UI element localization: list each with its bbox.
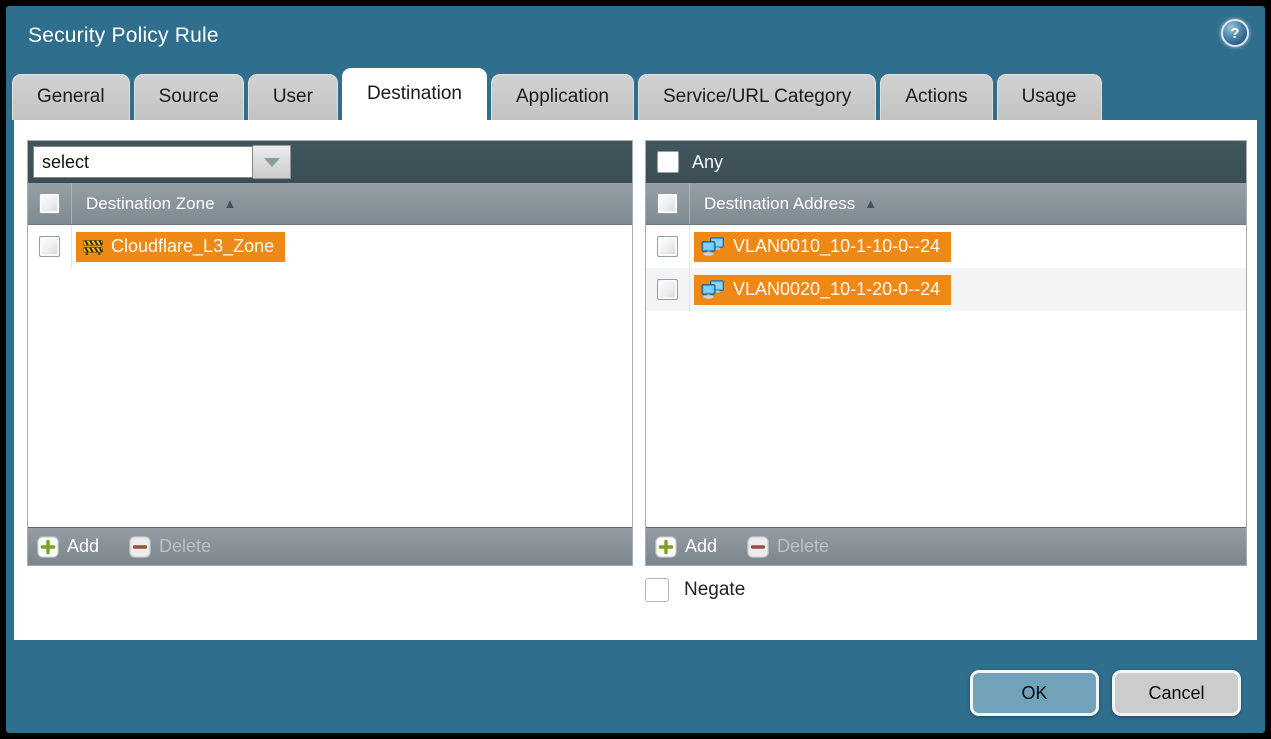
sort-ascending-icon[interactable]: ▲ — [864, 196, 877, 211]
tab-actions[interactable]: Actions — [880, 74, 992, 120]
dialog-titlebar: Security Policy Rule ? — [6, 6, 1265, 69]
any-checkbox[interactable] — [657, 151, 679, 173]
add-zone-button[interactable]: Add — [37, 536, 99, 558]
help-icon[interactable]: ? — [1221, 19, 1249, 47]
zone-entry-label: Cloudflare_L3_Zone — [111, 236, 274, 257]
dialog-title: Security Policy Rule — [28, 24, 219, 48]
tab-bar: General Source User Destination Applicat… — [12, 69, 1102, 120]
destination-address-panel: Any Destination Address ▲ — [645, 140, 1247, 566]
address-panel-footer: Add Delete — [646, 527, 1246, 565]
security-policy-rule-dialog: Security Policy Rule ? General Source Us… — [6, 6, 1265, 733]
row-checkbox[interactable] — [39, 236, 60, 257]
destination-tab-content: Destination Zone ▲ — [14, 120, 1257, 640]
address-entry-label: VLAN0010_10-1-10-0--24 — [733, 236, 940, 257]
delete-label: Delete — [777, 536, 829, 557]
zone-panel-footer: Add Delete — [28, 527, 632, 565]
cancel-button[interactable]: Cancel — [1112, 670, 1241, 716]
ok-button[interactable]: OK — [970, 670, 1099, 716]
address-entry-label: VLAN0020_10-1-20-0--24 — [733, 279, 940, 300]
add-icon — [655, 536, 677, 558]
network-address-icon — [701, 237, 725, 256]
zone-column-header[interactable]: Destination Zone ▲ — [28, 183, 632, 225]
negate-checkbox[interactable] — [645, 578, 669, 602]
address-select-all-checkbox[interactable] — [657, 193, 678, 214]
chevron-down-icon — [264, 158, 280, 167]
sort-ascending-icon[interactable]: ▲ — [224, 196, 237, 211]
row-checkbox[interactable] — [657, 279, 678, 300]
address-column-title: Destination Address — [704, 194, 855, 214]
zone-icon — [83, 239, 103, 255]
zone-select-dropdown-button[interactable] — [253, 145, 291, 179]
negate-option: Negate — [645, 578, 745, 602]
tab-user[interactable]: User — [248, 74, 338, 120]
dialog-actions: OK Cancel — [970, 670, 1241, 716]
zone-entry[interactable]: Cloudflare_L3_Zone — [76, 232, 285, 262]
tab-destination[interactable]: Destination — [342, 68, 487, 120]
tab-general[interactable]: General — [12, 74, 130, 120]
delete-icon — [747, 536, 769, 558]
add-address-button[interactable]: Add — [655, 536, 717, 558]
network-address-icon — [701, 280, 725, 299]
tab-service-url-category[interactable]: Service/URL Category — [638, 74, 876, 120]
address-panel-toolbar: Any — [646, 141, 1246, 183]
address-entry[interactable]: VLAN0010_10-1-10-0--24 — [694, 232, 951, 262]
destination-zone-panel: Destination Zone ▲ — [27, 140, 633, 566]
address-list: VLAN0010_10-1-10-0--24 — [646, 225, 1246, 527]
address-entry[interactable]: VLAN0020_10-1-20-0--24 — [694, 275, 951, 305]
help-glyph: ? — [1230, 25, 1239, 42]
delete-zone-button[interactable]: Delete — [129, 536, 211, 558]
add-icon — [37, 536, 59, 558]
tab-usage[interactable]: Usage — [997, 74, 1102, 120]
zone-column-title: Destination Zone — [86, 194, 215, 214]
zone-panel-toolbar — [28, 141, 632, 183]
address-column-header[interactable]: Destination Address ▲ — [646, 183, 1246, 225]
zone-select-all-checkbox[interactable] — [39, 193, 60, 214]
table-row[interactable]: Cloudflare_L3_Zone — [28, 225, 632, 268]
add-label: Add — [67, 536, 99, 557]
add-label: Add — [685, 536, 717, 557]
any-label: Any — [692, 152, 723, 173]
delete-address-button[interactable]: Delete — [747, 536, 829, 558]
tab-source[interactable]: Source — [134, 74, 244, 120]
tab-application[interactable]: Application — [491, 74, 634, 120]
zone-select-input[interactable] — [33, 146, 253, 178]
table-row[interactable]: VLAN0020_10-1-20-0--24 — [646, 268, 1246, 311]
delete-icon — [129, 536, 151, 558]
zone-list: Cloudflare_L3_Zone — [28, 225, 632, 527]
delete-label: Delete — [159, 536, 211, 557]
negate-label: Negate — [684, 579, 745, 601]
table-row[interactable]: VLAN0010_10-1-10-0--24 — [646, 225, 1246, 268]
row-checkbox[interactable] — [657, 236, 678, 257]
